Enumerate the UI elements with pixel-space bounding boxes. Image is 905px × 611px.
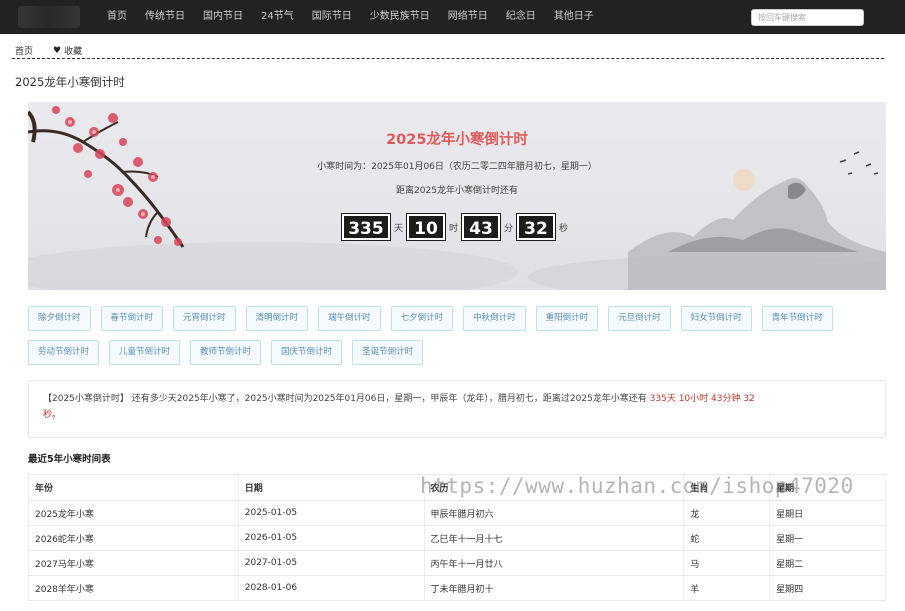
table-header: 农历 [424,474,685,501]
site-logo[interactable] [18,6,80,28]
description-end: 。 [52,410,62,420]
divider [12,58,884,59]
favorite-button[interactable]: ♥ 收藏 [53,44,83,58]
banner-time-line: 小寒时间为：2025年01月06日（农历二零二四年腊月初七，星期一） [317,162,597,172]
festival-button[interactable]: 春节倒计时 [100,306,164,331]
table-header-row: 年份 日期 农历 生肖 星期 [28,474,886,501]
table-cell: 星期一 [769,525,886,551]
table-row: 2025龙年小寒 2025-01-05 甲辰年腊月初六 龙 星期日 [28,500,886,526]
page-title: 2025龙年小寒倒计时 [15,75,125,89]
nav-item-traditional[interactable]: 传统节日 [136,0,194,34]
nav-item-internet[interactable]: 网络节日 [439,0,497,34]
festival-button[interactable]: 国庆节倒计时 [271,340,343,365]
festival-button[interactable]: 端午倒计时 [318,306,381,331]
festival-button-row: 劳动节倒计时 儿童节倒计时 教师节倒计时 国庆节倒计时 圣诞节倒计时 [28,340,888,365]
table-row: 2026蛇年小寒 2026-01-05 乙巳年十一月十七 蛇 星期一 [28,525,886,551]
description-box: 【2025小寒倒计时】 还有多少天2025年小寒了，2025小寒时间为2025年… [28,380,886,438]
top-navbar: 首页 传统节日 国内节日 24节气 国际节日 少数民族节日 网络节日 纪念日 其… [0,0,905,34]
table-cell: 2027马年小寒 [28,550,239,576]
festival-button[interactable]: 劳动节倒计时 [28,340,100,365]
main-nav: 首页 传统节日 国内节日 24节气 国际节日 少数民族节日 网络节日 纪念日 其… [98,0,603,34]
table-cell: 2028-01-06 [238,575,425,601]
festival-button-row: 除夕倒计时 春节倒计时 元宵倒计时 清明倒计时 端午倒计时 七夕倒计时 中秋倒计… [28,306,888,331]
table-title: 最近5年小寒时间表 [28,454,111,465]
breadcrumb: 首页 ♥ 收藏 [15,44,83,58]
festival-button[interactable]: 除夕倒计时 [28,306,91,331]
table-header: 星期 [769,474,886,501]
table-header: 日期 [238,474,425,501]
nav-item-international[interactable]: 国际节日 [303,0,361,34]
festival-button-list: 除夕倒计时 春节倒计时 元宵倒计时 清明倒计时 端午倒计时 七夕倒计时 中秋倒计… [28,306,888,374]
festival-button[interactable]: 妇女节倒计时 [680,306,752,331]
table-cell: 马 [683,550,771,576]
table-cell: 乙巳年十一月十七 [424,525,685,551]
table-cell: 羊 [683,575,771,601]
table-cell: 星期二 [769,550,886,576]
festival-button[interactable]: 教师节倒计时 [190,340,262,365]
countdown-banner: 2025龙年小寒倒计时 小寒时间为：2025年01月06日（农历二零二四年腊月初… [28,102,886,290]
description-highlight-tail: 秒 [43,410,53,420]
countdown-minutes-unit: 分 [504,223,514,234]
table-cell: 甲辰年腊月初六 [424,500,685,526]
nav-item-domestic[interactable]: 国内节日 [194,0,252,34]
heart-icon: ♥ [53,45,62,56]
nav-item-ethnic[interactable]: 少数民族节日 [361,0,439,34]
breadcrumb-home[interactable]: 首页 [15,44,33,57]
description-highlight: 335天 10小时 43分钟 32 [649,394,755,404]
countdown-seconds: 32 [517,214,556,240]
banner-remaining-line: 距离2025龙年小寒倒计时还有 [396,186,518,196]
countdown-timer: 335 天 10 时 43 分 32 秒 [28,214,886,240]
table-cell: 蛇 [683,525,771,551]
festival-button[interactable]: 中秋倒计时 [463,306,526,331]
festival-button[interactable]: 元宵倒计时 [173,306,236,331]
countdown-minutes: 43 [462,214,500,240]
festival-button[interactable]: 清明倒计时 [245,306,309,331]
table-cell: 星期日 [769,500,886,526]
banner-title: 2025龙年小寒倒计时 [386,132,528,148]
countdown-days-unit: 天 [393,223,403,234]
table-header: 年份 [28,474,239,501]
festival-button[interactable]: 元旦倒计时 [608,306,671,331]
nav-item-memorial[interactable]: 纪念日 [497,0,545,34]
table-cell: 2027-01-05 [238,550,425,576]
table-cell: 2026-01-05 [238,525,425,551]
nav-item-home[interactable]: 首页 [98,0,136,34]
nav-item-solar-terms[interactable]: 24节气 [252,0,303,34]
table-cell: 龙 [683,500,771,526]
search-input[interactable] [751,9,864,26]
festival-button[interactable]: 儿童节倒计时 [109,340,181,365]
countdown-hours-unit: 时 [448,223,458,234]
festival-button[interactable]: 重阳倒计时 [535,306,599,331]
favorite-label: 收藏 [64,47,83,57]
table-header: 生肖 [683,474,771,501]
countdown-seconds-unit: 秒 [559,223,569,234]
countdown-hours: 10 [406,214,445,240]
table-cell: 2025龙年小寒 [28,500,239,526]
table-row: 2028羊年小寒 2028-01-06 丁未年腊月初十 羊 星期四 [28,575,886,601]
table-cell: 2026蛇年小寒 [28,525,239,551]
table-cell: 丙午年十一月廿八 [424,550,685,576]
table-cell: 2028羊年小寒 [28,575,239,601]
description-text: 【2025小寒倒计时】 还有多少天2025年小寒了，2025小寒时间为2025年… [43,394,650,404]
festival-button[interactable]: 七夕倒计时 [390,306,454,331]
table-row: 2027马年小寒 2027-01-05 丙午年十一月廿八 马 星期二 [28,550,886,576]
table-cell: 2025-01-05 [238,500,425,526]
festival-button[interactable]: 青年节倒计时 [761,306,833,331]
table-cell: 星期四 [769,575,886,601]
festival-button[interactable]: 圣诞节倒计时 [352,340,424,365]
nav-item-other[interactable]: 其他日子 [545,0,603,34]
date-table: 年份 日期 农历 生肖 星期 2025龙年小寒 2025-01-05 甲辰年腊月… [28,474,886,601]
countdown-days: 335 [341,214,390,240]
table-cell: 丁未年腊月初十 [424,575,685,601]
